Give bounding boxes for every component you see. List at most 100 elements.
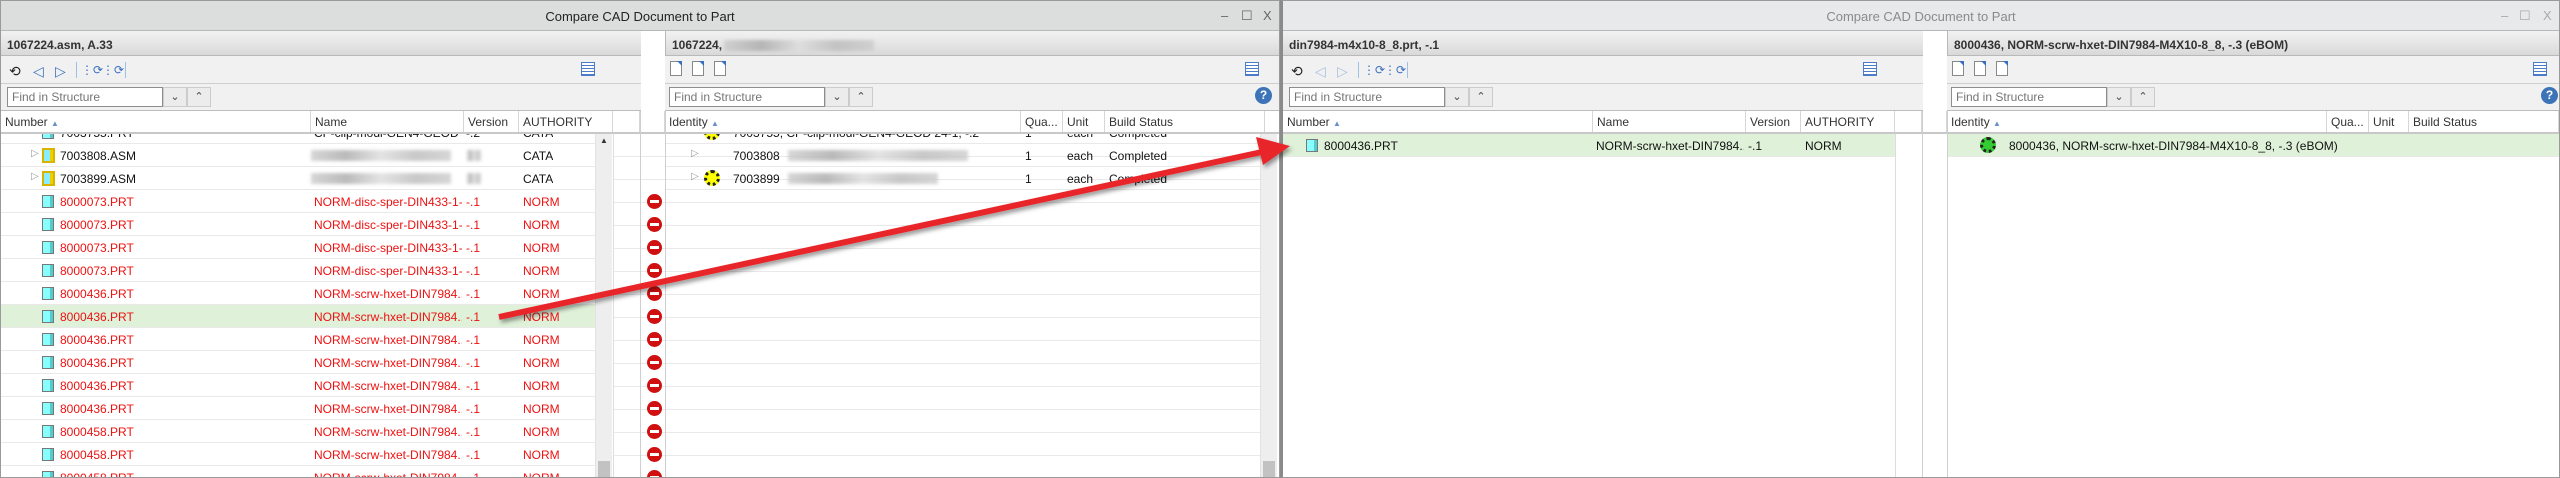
find-in-structure-input[interactable] [1951,87,2107,107]
column-authority[interactable]: AUTHORITY [519,111,613,132]
replace-document-icon[interactable] [1974,61,1986,76]
insert-document-icon[interactable] [1952,61,1964,76]
authority-cell: NORM [523,310,560,324]
close-button[interactable]: X [1263,8,1272,23]
column-config-icon[interactable] [2533,62,2547,76]
scroll-up-icon[interactable]: ▲ [600,136,608,145]
table-row[interactable]: ▷ 7003808.ASM CATA [1,144,595,167]
back-icon[interactable]: ◁ [1315,63,1326,80]
column-identity[interactable]: Identity ▲ [665,111,1021,132]
find-previous-button[interactable]: ⌃ [1469,87,1493,107]
table-row[interactable]: 7003755, CP-clip-modi-GEN4-GEOD 24-1, -.… [666,134,1261,144]
redacted-version [467,150,481,161]
minimize-button[interactable]: – [1221,8,1228,23]
part-scrollbar[interactable] [1260,134,1277,477]
column-unit[interactable]: Unit [2369,111,2409,132]
part-structure-table: 7003755, CP-clip-modi-GEN4-GEOD 24-1, -.… [666,134,1261,477]
table-row[interactable]: 8000436.PRT NORM-scrw-hxet-DIN7984... -.1 N… [1,374,595,397]
table-row[interactable]: ▷ 7003899.ASM CATA [1,167,595,190]
column-identity[interactable]: Identity ▲ [1947,111,2327,132]
table-row[interactable]: 8000073.PRT NORM-disc-sper-DIN433-1-3 -.1 N… [1,236,595,259]
column-quantity[interactable]: Qua... [1021,111,1063,132]
table-row[interactable]: ▷ 7003808 1 each Completed [666,144,1261,167]
find-next-button[interactable]: ⌄ [163,87,187,107]
find-next-button[interactable]: ⌄ [1445,87,1469,107]
refresh-icon[interactable]: ⟲ [1291,63,1303,80]
column-authority[interactable]: AUTHORITY [1801,111,1895,132]
find-previous-button[interactable]: ⌃ [187,87,211,107]
paste-document-icon[interactable] [1996,61,2008,76]
collapse-tree-icon[interactable]: ⋮⟳ [102,63,124,77]
table-row[interactable]: 8000458.PRT NORM-scrw-hxet-DIN7984... -.1 N… [1,420,595,443]
replace-document-icon[interactable] [692,61,704,76]
find-previous-button[interactable]: ⌃ [2131,87,2155,107]
refresh-icon[interactable]: ⟲ [9,63,21,80]
column-unit[interactable]: Unit [1063,111,1105,132]
find-in-structure-input[interactable] [7,87,163,107]
column-number[interactable]: Number ▲ [1,111,311,132]
table-row[interactable]: 8000458.PRT NORM-scrw-hxet-DIN7984... -.1 N… [1,466,595,477]
table-row[interactable]: 8000436.PRT NORM-scrw-hxet-DIN7984... -.1 N… [1,282,595,305]
expand-icon[interactable]: ▷ [31,148,39,159]
column-config-icon[interactable] [581,62,595,76]
find-next-button[interactable]: ⌄ [2107,87,2131,107]
column-quantity[interactable]: Qua... [2327,111,2369,132]
expand-icon[interactable]: ▷ [691,171,699,182]
table-row[interactable]: 7003755.PRT CP-clip-modi-GEN4-GEOD ... -.2… [1,134,595,144]
no-entry-icon [647,470,662,477]
column-version[interactable]: Version [1746,111,1801,132]
column-config-icon[interactable] [1863,62,1877,76]
part-column-header: Identity ▲ Qua... Unit Build Status [1947,111,2559,134]
forward-icon[interactable]: ▷ [55,63,66,80]
find-previous-button[interactable]: ⌃ [849,87,873,107]
column-number[interactable]: Number ▲ [1283,111,1593,132]
table-row[interactable]: 8000436.PRT NORM-scrw-hxet-DIN7984... -.1 N… [1,305,595,328]
expand-icon[interactable]: ▷ [691,148,699,159]
column-name[interactable]: Name [311,111,464,132]
help-icon[interactable]: ? [2541,87,2558,104]
close-button[interactable]: X [2543,8,2552,23]
column-build-status[interactable]: Build Status [1105,111,1265,132]
number-cell: 8000073.PRT [60,264,134,278]
expand-icon[interactable]: ▷ [31,171,39,182]
expand-tree-icon[interactable]: ⋮⟳ [81,63,103,77]
column-version[interactable]: Version [464,111,519,132]
table-row[interactable]: 8000436, NORM-scrw-hxet-DIN7984-M4X10-8_… [1948,134,2559,157]
cad-scrollbar[interactable]: ▲ [595,134,612,477]
table-row[interactable]: 8000073.PRT NORM-disc-sper-DIN433-1-3 -.1 N… [1,259,595,282]
table-row[interactable]: 8000436.PRT NORM-scrw-hxet-DIN7984... -.1 N… [1,328,595,351]
help-icon[interactable]: ? [1255,87,1272,104]
collapse-tree-icon[interactable]: ⋮⟳ [1384,63,1406,77]
column-status[interactable] [1922,111,1947,132]
scroll-thumb[interactable] [598,461,610,477]
column-build-status[interactable]: Build Status [2409,111,2559,132]
find-in-structure-input[interactable] [669,87,825,107]
table-row[interactable]: 8000073.PRT NORM-disc-sper-DIN433-1-3 -.1 N… [1,213,595,236]
table-row[interactable]: 8000436.PRT NORM-scrw-hxet-DIN7984... -.1 N… [1283,134,1895,157]
minimize-button[interactable]: – [2501,8,2508,23]
column-name[interactable]: Name [1593,111,1746,132]
scroll-thumb[interactable] [1263,461,1275,477]
find-in-structure-input[interactable] [1289,87,1445,107]
expand-tree-icon[interactable]: ⋮⟳ [1363,63,1385,77]
maximize-button[interactable]: ☐ [2519,8,2531,24]
back-icon[interactable]: ◁ [33,63,44,80]
assembly-icon [42,171,55,186]
table-row[interactable]: 8000458.PRT NORM-scrw-hxet-DIN7984... -.1 N… [1,443,595,466]
name-cell: NORM-scrw-hxet-DIN7984... [314,287,462,301]
column-blank[interactable] [1895,111,1922,132]
table-row[interactable]: ▷ 7003899 1 each Completed [666,167,1261,190]
forward-icon[interactable]: ▷ [1337,63,1348,80]
insert-document-icon[interactable] [670,61,682,76]
column-status[interactable] [640,111,665,132]
table-row[interactable]: 8000436.PRT NORM-scrw-hxet-DIN7984... -.1 N… [1,397,595,420]
table-row[interactable]: 8000073.PRT NORM-disc-sper-DIN433-1-3 -.1 N… [1,190,595,213]
column-blank[interactable] [613,111,640,132]
find-next-button[interactable]: ⌄ [825,87,849,107]
maximize-button[interactable]: ☐ [1241,8,1253,24]
column-config-icon[interactable] [1245,62,1259,76]
number-cell: 8000436.PRT [60,333,134,347]
paste-document-icon[interactable] [714,61,726,76]
version-cell: -.1 [466,241,481,255]
table-row[interactable]: 8000436.PRT NORM-scrw-hxet-DIN7984... -.1 N… [1,351,595,374]
